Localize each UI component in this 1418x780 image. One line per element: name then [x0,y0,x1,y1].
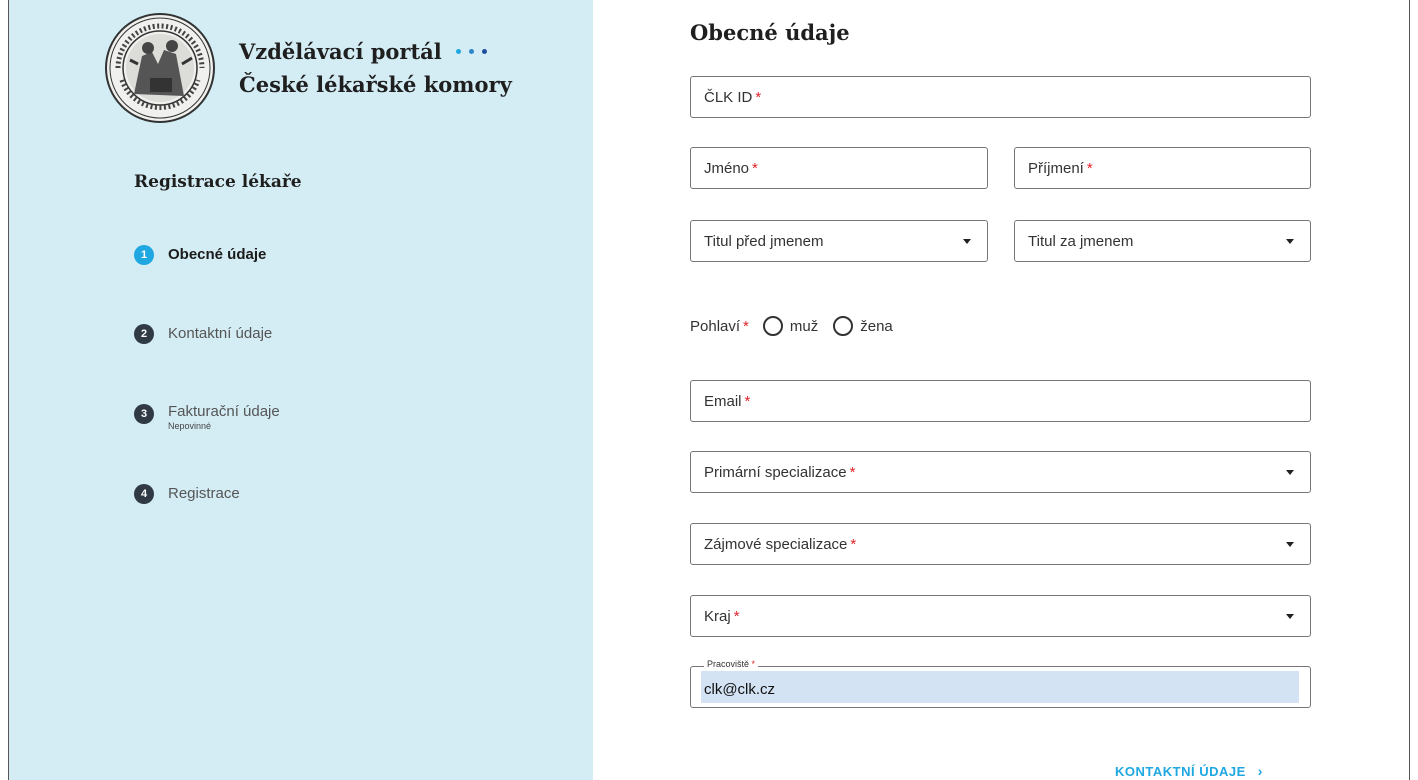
primary-specialization-label: Primární specializace [704,463,847,481]
required-mark: * [744,392,751,410]
step-4-registration[interactable]: 4 Registrace [134,484,240,504]
step-label-1: Obecné údaje [168,246,267,263]
title-before-name-label: Titul před jmenem [704,232,824,250]
region-label: Kraj [704,607,731,625]
gender-male-label: muž [789,317,819,335]
next-step-contact-info-link[interactable]: KONTAKTNÍ ÚDAJE › [1115,763,1263,779]
title-before-name-select[interactable]: Titul před jmenem [690,220,988,262]
title-after-name-select[interactable]: Titul za jmenem [1014,220,1311,262]
step-1-general-info[interactable]: 1 Obecné údaje [134,245,266,265]
dropdown-caret-icon [1286,239,1294,244]
dropdown-caret-icon [1286,542,1294,547]
last-name-label: Příjmení [1028,159,1084,177]
step-number-3: 3 [134,404,154,424]
step-label-2: Kontaktní údaje [168,325,273,342]
step-label-3: Fakturační údaje [168,403,280,420]
step-number-2: 2 [134,324,154,344]
form-title: Obecné údaje [690,20,850,45]
first-name-field[interactable]: Jméno * [690,147,988,189]
gender-female-option[interactable]: žena [833,316,893,336]
workplace-input-value[interactable]: clk@clk.cz [701,671,1299,703]
brand-title: Vzdělávací portál České lékařské komory [239,35,512,101]
workplace-label: Pracoviště [707,659,750,669]
brand-dot-1 [455,49,461,54]
step-number-1: 1 [134,245,154,265]
step-2-contact-info[interactable]: 2 Kontaktní údaje [134,324,272,344]
interest-specialization-label: Zájmové specializace [704,535,848,553]
step-3-billing-info[interactable]: 3 Fakturační údaje Nepovinné [134,402,280,431]
brand-line-2: České lékařské komory [239,72,512,97]
step-number-4: 4 [134,484,154,504]
interest-specialization-select[interactable]: Zájmové specializace * [690,523,1311,565]
radio-button[interactable] [762,316,783,336]
email-label: Email [704,392,742,410]
radio-button[interactable] [833,316,854,336]
last-name-field[interactable]: Příjmení * [1014,147,1311,189]
region-select[interactable]: Kraj * [690,595,1311,637]
chevron-right-icon: › [1257,763,1263,779]
step-label-4: Registrace [168,485,240,502]
required-mark: * [755,88,762,106]
clk-id-field[interactable]: ČLK ID * [690,76,1311,118]
dropdown-caret-icon [1286,470,1294,475]
step-label-group-3: Fakturační údaje Nepovinné [168,402,280,431]
required-mark: * [743,317,749,335]
primary-specialization-select[interactable]: Primární specializace * [690,451,1311,493]
required-mark: * [751,659,756,669]
required-mark: * [1086,159,1093,177]
required-mark: * [752,159,758,177]
step-optional-note: Nepovinné [168,421,212,431]
title-after-name-label: Titul za jmenem [1028,232,1134,250]
gender-female-label: žena [860,317,893,335]
dropdown-caret-icon [963,239,971,244]
clk-id-label: ČLK ID [704,88,753,106]
brand-dots [455,49,487,54]
clk-seal-logo [105,13,215,123]
workplace-floating-label: Pracoviště * [704,659,759,669]
gender-label: Pohlaví [690,317,741,335]
required-mark: * [733,607,740,625]
gender-group: Pohlaví * muž žena [690,313,908,339]
registration-title: Registrace lékaře [134,172,302,192]
brand-line-1: Vzdělávací portál [239,39,442,64]
dropdown-caret-icon [1286,614,1294,619]
first-name-label: Jméno [704,159,750,177]
required-mark: * [850,535,857,553]
required-mark: * [849,463,856,481]
brand-dot-2 [468,49,474,54]
brand-dot-3 [481,49,487,54]
gender-male-option[interactable]: muž [762,316,819,336]
workplace-field[interactable]: Pracoviště * clk@clk.cz [690,659,1311,708]
email-field[interactable]: Email * [690,380,1311,422]
sidebar [9,0,593,780]
next-step-label: KONTAKTNÍ ÚDAJE [1115,763,1246,779]
